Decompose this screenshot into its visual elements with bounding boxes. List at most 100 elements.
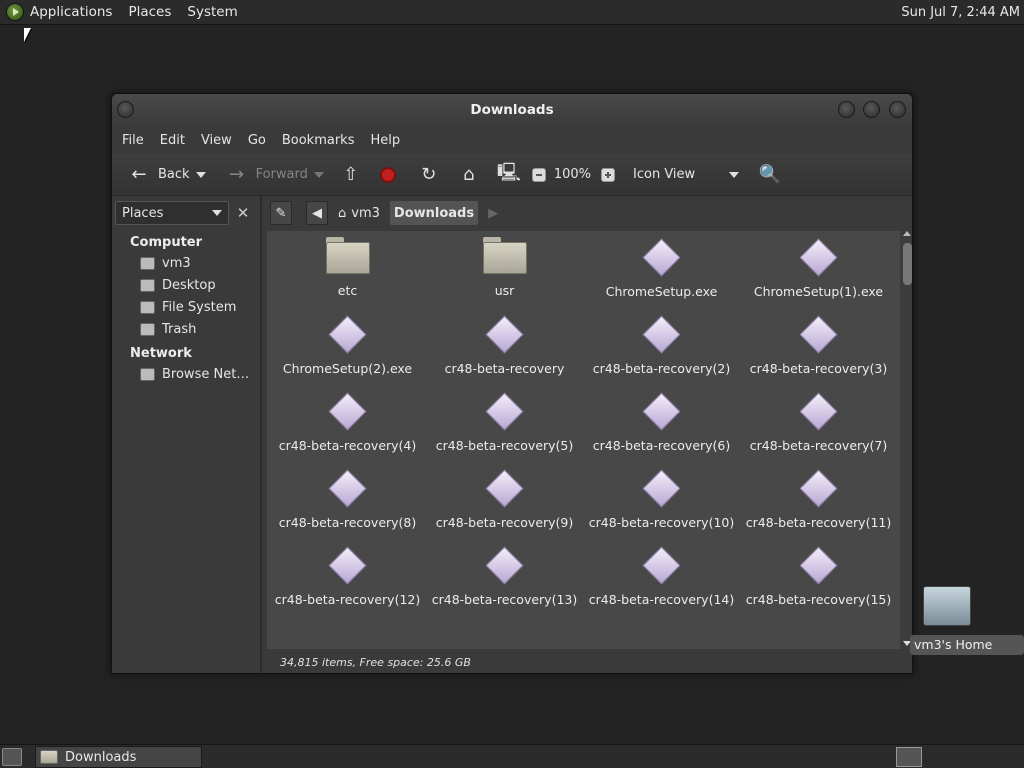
close-sidebar-icon[interactable]: ✕ (233, 202, 253, 224)
folder-icon (40, 750, 58, 764)
up-arrow-icon[interactable]: ⇧ (340, 164, 362, 186)
file-item[interactable]: cr48-beta-recovery(12) (269, 539, 426, 616)
executable-file-icon (485, 391, 525, 431)
edit-location-button[interactable]: ✎ (270, 201, 292, 225)
search-icon[interactable]: 🔍 (759, 164, 781, 186)
computer-icon[interactable]: 🖳 (497, 162, 521, 186)
chevron-left-icon: ◀ (312, 205, 322, 221)
file-item[interactable]: etc (269, 231, 426, 308)
file-item[interactable]: cr48-beta-recovery(10) (583, 462, 740, 539)
file-item[interactable]: cr48-beta-recovery(11) (740, 462, 897, 539)
menu-view[interactable]: View (193, 133, 240, 148)
sidebar-item-label: Desktop (162, 278, 216, 293)
forward-history-dropdown-icon[interactable] (313, 171, 324, 178)
file-item[interactable]: cr48-beta-recovery(9) (426, 462, 583, 539)
menu-edit[interactable]: Edit (152, 133, 193, 148)
breadcrumb-downloads[interactable]: Downloads (389, 201, 479, 225)
file-item[interactable]: cr48-beta-recovery(4) (269, 385, 426, 462)
chevron-down-icon (212, 210, 222, 216)
file-item[interactable]: ChromeSetup(1).exe (740, 231, 897, 308)
sidebar-item-desktop[interactable]: Desktop (112, 275, 260, 297)
sidebar-places-select[interactable]: Places (115, 201, 229, 225)
file-item[interactable]: cr48-beta-recovery(15) (740, 539, 897, 616)
executable-file-icon (642, 391, 682, 431)
minimize-button[interactable] (838, 101, 855, 118)
bottom-panel: Downloads (0, 744, 1024, 768)
back-arrow-icon: ← (131, 164, 147, 185)
menu-help[interactable]: Help (362, 133, 408, 148)
folder-icon (482, 237, 527, 275)
file-item[interactable]: ChromeSetup.exe (583, 231, 740, 308)
sidebar-item-file-system[interactable]: File System (112, 297, 260, 319)
vertical-scrollbar[interactable] (900, 231, 912, 649)
file-item[interactable]: cr48-beta-recovery(3) (740, 308, 897, 385)
applications-menu[interactable]: Applications (0, 3, 120, 21)
file-name: ChromeSetup(2).exe (282, 361, 413, 376)
file-item[interactable]: cr48-beta-recovery(14) (583, 539, 740, 616)
sidebar-item-trash[interactable]: Trash (112, 319, 260, 341)
zoom-level: 100% (553, 167, 592, 182)
menu-file[interactable]: File (114, 133, 152, 148)
forward-button[interactable]: → Forward (220, 160, 314, 190)
executable-file-icon (799, 468, 839, 508)
clock[interactable]: Sun Jul 7, 2:44 AM (901, 0, 1020, 25)
reload-icon[interactable]: ↻ (418, 164, 440, 186)
back-history-dropdown-icon[interactable] (195, 171, 206, 178)
file-name: cr48-beta-recovery(6) (592, 438, 731, 453)
window-menu-button[interactable] (117, 101, 134, 118)
file-item[interactable]: cr48-beta-recovery(6) (583, 385, 740, 462)
back-button[interactable]: ← Back (122, 160, 196, 190)
titlebar[interactable]: Downloads (112, 94, 912, 126)
taskbar-button-downloads[interactable]: Downloads (35, 746, 202, 768)
taskbar-label: Downloads (65, 749, 137, 765)
file-name: cr48-beta-recovery(9) (435, 515, 574, 530)
icon-view[interactable]: etc usr ChromeSetup.exe ChromeSetup(1).exe C… (267, 231, 900, 649)
file-item[interactable]: cr48-beta-recovery(13) (426, 539, 583, 616)
executable-file-icon (485, 468, 525, 508)
desktop-home-icon[interactable] (920, 586, 974, 634)
path-scroll-left-button[interactable]: ◀ (306, 201, 328, 225)
sidebar-header: Places ✕ (112, 196, 260, 230)
applications-menu-label: Applications (30, 4, 113, 20)
sidebar-item-vm3[interactable]: vm3 (112, 253, 260, 275)
breadcrumb-vm3[interactable]: ⌂ vm3 (334, 201, 384, 225)
system-menu[interactable]: System (179, 4, 245, 20)
path-scroll-right-icon[interactable]: ▶ (484, 201, 502, 225)
file-item[interactable]: cr48-beta-recovery(8) (269, 462, 426, 539)
executable-file-icon (328, 545, 368, 585)
forward-arrow-icon: → (229, 164, 245, 185)
desktop-home-label[interactable]: vm3's Home (910, 635, 1024, 655)
view-mode-select[interactable]: Icon View (627, 160, 745, 190)
home-icon[interactable]: ⌂ (458, 164, 480, 186)
breadcrumb-label: vm3 (351, 205, 380, 221)
file-name: etc (337, 283, 358, 298)
sidebar-item-browse-network[interactable]: Browse Net… (112, 364, 260, 386)
executable-file-icon (642, 314, 682, 354)
file-item[interactable]: cr48-beta-recovery(7) (740, 385, 897, 462)
sidebar-item-label: Browse Net… (162, 367, 250, 382)
stop-icon[interactable] (379, 166, 396, 183)
file-item[interactable]: ChromeSetup(2).exe (269, 308, 426, 385)
close-button[interactable] (889, 101, 906, 118)
computer-home-icon (923, 586, 971, 626)
workspace-switcher[interactable] (896, 747, 922, 767)
file-name: usr (494, 283, 515, 298)
zoom-in-icon[interactable] (601, 167, 616, 182)
scrollbar-thumb[interactable] (903, 243, 912, 285)
desktop-folder-icon (140, 279, 155, 292)
file-item[interactable]: cr48-beta-recovery(2) (583, 308, 740, 385)
show-desktop-icon[interactable] (2, 748, 22, 766)
places-menu[interactable]: Places (120, 4, 179, 20)
file-name: cr48-beta-recovery(14) (588, 592, 735, 607)
executable-file-icon (799, 314, 839, 354)
zoom-out-icon[interactable] (531, 167, 546, 182)
maximize-button[interactable] (863, 101, 880, 118)
file-name: cr48-beta-recovery(7) (749, 438, 888, 453)
file-item[interactable]: cr48-beta-recovery(5) (426, 385, 583, 462)
file-item[interactable]: cr48-beta-recovery (426, 308, 583, 385)
menu-bookmarks[interactable]: Bookmarks (274, 133, 363, 148)
status-bar: 34,815 items, Free space: 25.6 GB (264, 649, 912, 673)
scroll-up-icon[interactable] (903, 231, 911, 236)
menu-go[interactable]: Go (240, 133, 274, 148)
file-item[interactable]: usr (426, 231, 583, 308)
